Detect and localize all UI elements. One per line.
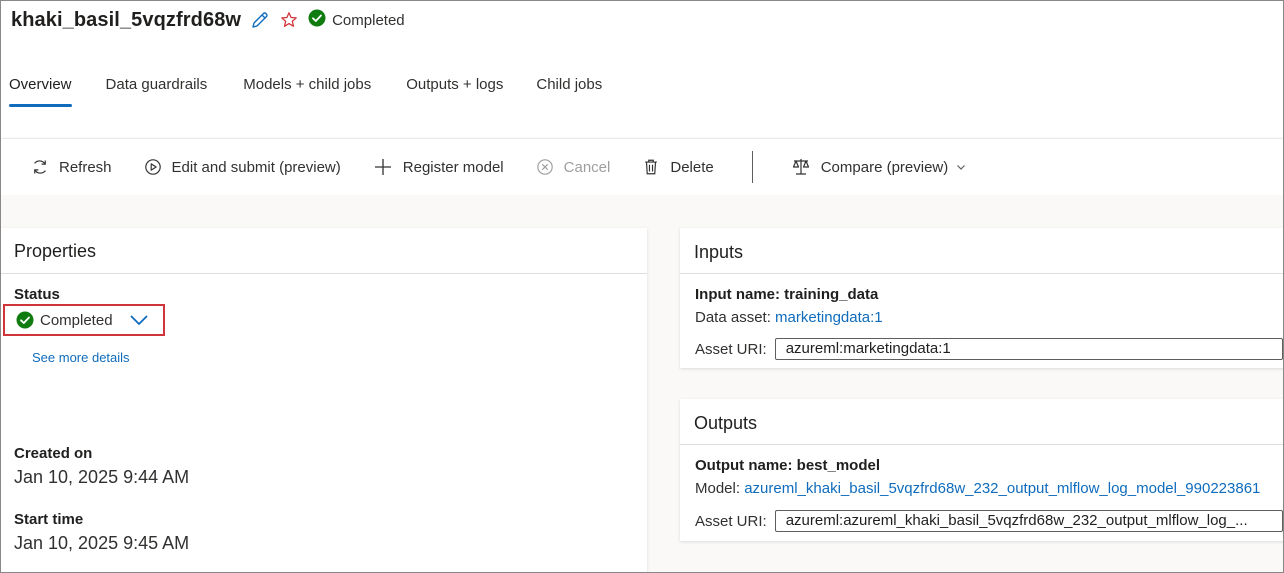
refresh-icon bbox=[31, 158, 49, 176]
chevron-down-icon[interactable] bbox=[129, 313, 149, 327]
star-icon[interactable] bbox=[280, 11, 298, 29]
edit-submit-label: Edit and submit (preview) bbox=[171, 158, 341, 176]
check-circle-icon bbox=[308, 9, 326, 31]
outputs-divider bbox=[680, 444, 1283, 445]
register-model-button[interactable]: Register model bbox=[373, 157, 504, 177]
inputs-divider bbox=[680, 273, 1283, 274]
created-on-label: Created on bbox=[14, 445, 93, 462]
tab-data-guardrails[interactable]: Data guardrails bbox=[106, 65, 208, 105]
status-value: Completed bbox=[40, 311, 113, 329]
inputs-title: Inputs bbox=[694, 242, 744, 262]
output-asset-uri-field[interactable]: azureml:azureml_khaki_basil_5vqzfrd68w_2… bbox=[774, 510, 1283, 532]
status-highlight-box: Completed bbox=[3, 304, 165, 336]
refresh-button[interactable]: Refresh bbox=[31, 158, 112, 176]
start-time-label: Start time bbox=[14, 511, 84, 528]
refresh-label: Refresh bbox=[59, 158, 112, 176]
delete-label: Delete bbox=[670, 158, 714, 176]
tab-models-child-jobs[interactable]: Models + child jobs bbox=[243, 65, 371, 105]
edit-submit-button[interactable]: Edit and submit (preview) bbox=[144, 158, 341, 176]
inputs-card: Inputs Input name: training_data Data as… bbox=[680, 228, 1283, 368]
output-asset-uri-row: Asset URI: azureml:azureml_khaki_basil_5… bbox=[695, 510, 1283, 532]
cancel-label: Cancel bbox=[563, 158, 611, 176]
outputs-card: Outputs Output name: best_model Model: a… bbox=[680, 399, 1283, 541]
play-circle-icon bbox=[144, 158, 162, 176]
tab-child-jobs[interactable]: Child jobs bbox=[536, 65, 602, 105]
plus-icon bbox=[373, 157, 393, 177]
properties-title: Properties bbox=[14, 241, 97, 261]
see-more-details-link[interactable]: See more details bbox=[32, 350, 130, 365]
created-on-value: Jan 10, 2025 9:44 AM bbox=[14, 467, 190, 487]
input-asset-uri-label: Asset URI: bbox=[695, 340, 767, 358]
data-asset-line: Data asset: marketingdata:1 bbox=[695, 309, 883, 326]
model-link[interactable]: azureml_khaki_basil_5vqzfrd68w_232_outpu… bbox=[744, 480, 1260, 497]
model-line: Model: azureml_khaki_basil_5vqzfrd68w_23… bbox=[695, 480, 1260, 497]
output-name: Output name: best_model bbox=[695, 457, 881, 474]
scale-icon bbox=[791, 158, 811, 176]
compare-button[interactable]: Compare (preview) bbox=[791, 158, 967, 176]
chevron-down-icon bbox=[956, 162, 966, 172]
header-status: Completed bbox=[308, 9, 405, 31]
cancel-button[interactable]: Cancel bbox=[536, 158, 611, 176]
header-status-text: Completed bbox=[332, 11, 405, 29]
input-asset-uri-row: Asset URI: azureml:marketingdata:1 bbox=[695, 338, 1283, 360]
job-overview-page: khaki_basil_5vqzfrd68w Completed Overvie… bbox=[0, 0, 1284, 573]
delete-button[interactable]: Delete bbox=[642, 158, 714, 176]
properties-divider bbox=[1, 273, 647, 274]
toolbar-separator bbox=[751, 151, 753, 183]
compare-label: Compare (preview) bbox=[820, 158, 949, 176]
tab-bar: Overview Data guardrails Models + child … bbox=[1, 65, 610, 109]
tab-outputs-logs[interactable]: Outputs + logs bbox=[406, 65, 503, 105]
cancel-circle-icon bbox=[536, 158, 554, 176]
job-header: khaki_basil_5vqzfrd68w Completed Overvie… bbox=[1, 1, 1283, 137]
input-asset-uri-field[interactable]: azureml:marketingdata:1 bbox=[774, 338, 1283, 360]
tab-overview[interactable]: Overview bbox=[9, 65, 72, 107]
register-model-label: Register model bbox=[402, 158, 504, 176]
check-circle-icon bbox=[16, 311, 34, 329]
title-row: khaki_basil_5vqzfrd68w Completed bbox=[11, 7, 405, 33]
data-asset-label: Data asset: bbox=[695, 309, 771, 326]
data-asset-link[interactable]: marketingdata:1 bbox=[775, 309, 883, 326]
properties-card: Properties Status Completed See more det… bbox=[1, 228, 647, 572]
model-label: Model: bbox=[695, 480, 741, 497]
input-name: Input name: training_data bbox=[695, 286, 879, 303]
start-time-value: Jan 10, 2025 9:45 AM bbox=[14, 533, 190, 553]
command-bar: Refresh Edit and submit (preview) Regist… bbox=[1, 138, 1283, 195]
outputs-title: Outputs bbox=[694, 413, 758, 433]
status-label: Status bbox=[14, 286, 60, 303]
pencil-icon[interactable] bbox=[250, 10, 270, 30]
trash-icon bbox=[642, 158, 660, 176]
output-asset-uri-label: Asset URI: bbox=[695, 512, 767, 530]
job-title: khaki_basil_5vqzfrd68w bbox=[11, 8, 242, 31]
